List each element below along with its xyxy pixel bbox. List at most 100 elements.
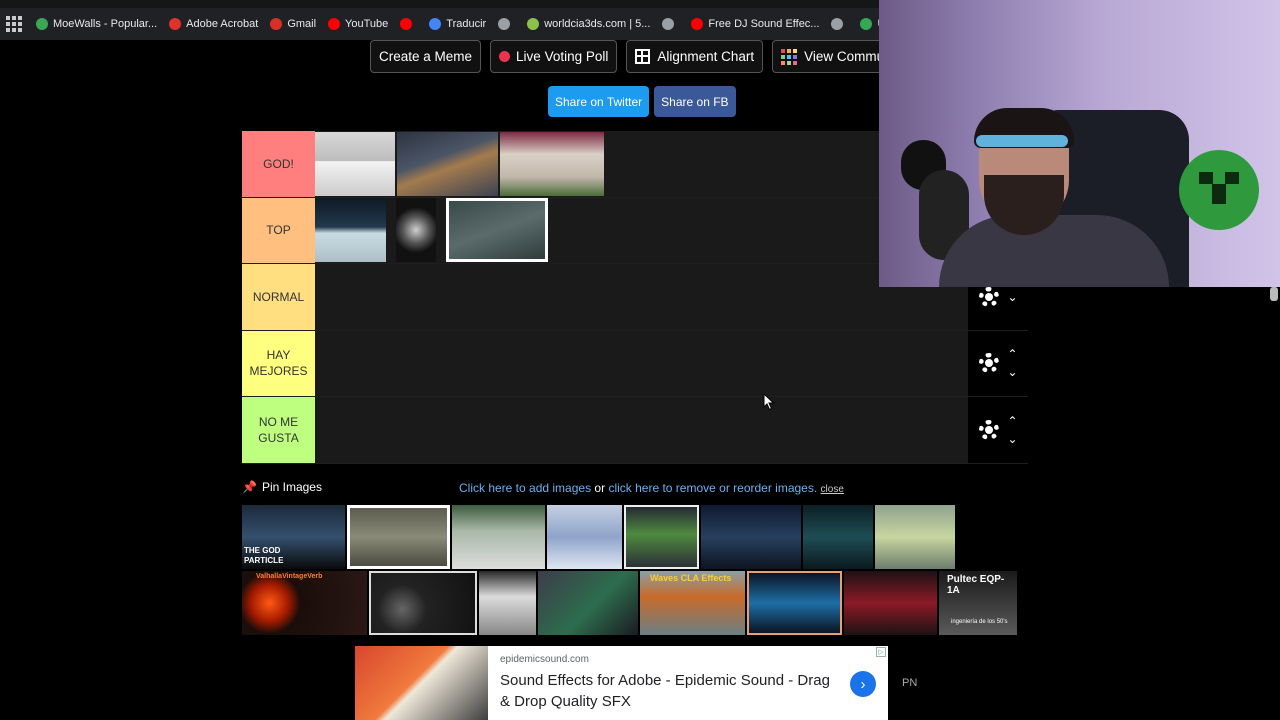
ad-banner[interactable]: epidemicsound.com Sound Effects for Adob… xyxy=(355,646,888,720)
bookmark-item[interactable]: worldcia3ds.com | 5... xyxy=(527,18,650,30)
pool-row: ValhallaVintageVerb Waves CLA Effects Pu… xyxy=(242,571,1028,635)
move-up-icon[interactable]: ⌃ xyxy=(1008,415,1018,427)
plugin-thumbnail[interactable] xyxy=(844,571,937,635)
plugin-thumbnail[interactable]: Pultec EQP-1A ingeniería de los 50's xyxy=(939,571,1017,635)
bookmark-label: MoeWalls - Popular... xyxy=(53,18,158,30)
tier-label[interactable]: TOP xyxy=(242,197,315,263)
tier-label[interactable]: HAY MEJORES xyxy=(242,330,315,396)
plugin-thumbnail[interactable] xyxy=(315,131,395,196)
pn-label: PN xyxy=(902,677,918,689)
share-fb-button[interactable]: Share on FB xyxy=(654,86,736,117)
chevron-right-icon[interactable]: › xyxy=(850,671,876,697)
settings-gear-icon[interactable] xyxy=(978,419,999,440)
adchoices-icon[interactable]: ▷ xyxy=(876,647,886,657)
plugin-thumbnail[interactable] xyxy=(315,198,386,263)
bookmark-item[interactable]: Adobe Acrobat xyxy=(169,18,258,30)
plugin-thumbnail[interactable] xyxy=(624,505,699,569)
create-meme-button[interactable]: Create a Meme xyxy=(370,40,482,73)
plugin-thumbnail[interactable]: ValhallaVintageVerb xyxy=(242,571,367,635)
record-dot-icon xyxy=(499,51,511,62)
bookmark-item[interactable] xyxy=(400,18,417,30)
plugin-thumbnail[interactable] xyxy=(538,571,638,635)
plugin-thumbnail[interactable] xyxy=(369,571,477,635)
colorful-grid-icon xyxy=(781,48,798,65)
bookmark-label: YouTube xyxy=(345,18,389,30)
bookmark-item[interactable]: Traducir xyxy=(429,18,486,30)
alignment-chart-button[interactable]: Alignment Chart xyxy=(626,40,764,73)
plugin-thumbnail[interactable] xyxy=(803,505,873,569)
remove-reorder-link[interactable]: click here to remove or reorder images. xyxy=(608,481,817,495)
plugin-thumbnail[interactable] xyxy=(547,505,622,569)
or-text: or xyxy=(594,481,606,495)
apps-grid-icon[interactable] xyxy=(6,16,22,32)
plugin-thumbnail[interactable] xyxy=(452,505,545,569)
tier-label[interactable]: GOD! xyxy=(242,131,315,197)
bookmark-item[interactable]: Gmail xyxy=(270,18,316,30)
pin-icon: 📌 xyxy=(242,480,257,494)
image-links: Click here to add images or click here t… xyxy=(459,481,844,495)
bookmark-label: Traducir xyxy=(446,18,487,30)
bookmark-label: Free DJ Sound Effec... xyxy=(708,18,820,30)
ad-domain: epidemicsound.com xyxy=(500,654,589,665)
ad-text: epidemicsound.com Sound Effects for Adob… xyxy=(488,646,888,720)
tier-items xyxy=(315,330,1028,396)
share-twitter-button[interactable]: Share on Twitter xyxy=(548,86,650,117)
move-down-icon[interactable]: ⌄ xyxy=(1008,366,1018,378)
bookmark-item[interactable]: YouTube xyxy=(328,18,388,30)
bookmark-favicon-icon xyxy=(498,18,511,30)
close-link[interactable]: close xyxy=(821,484,844,495)
move-down-icon[interactable]: ⌄ xyxy=(1008,433,1018,445)
bookmark-label: Adobe Acrobat xyxy=(186,18,259,30)
plugin-thumbnail[interactable] xyxy=(875,505,955,569)
move-down-icon[interactable]: ⌄ xyxy=(1008,291,1018,303)
creeper-plush xyxy=(1179,150,1259,230)
image-pool: THE GOD PARTICLE ValhallaVintageVerb Wav… xyxy=(242,505,1028,637)
tier-row-hay-mejores: HAY MEJORES ⌃ ⌄ xyxy=(242,330,1028,397)
tier-label[interactable]: NO ME GUSTA xyxy=(242,397,315,463)
headband xyxy=(976,135,1068,147)
plugin-thumbnail[interactable]: Waves CLA Effects xyxy=(640,571,745,635)
move-up-icon[interactable]: ⌃ xyxy=(1008,348,1018,360)
scrollbar-thumb[interactable] xyxy=(1270,287,1278,301)
ad-headline[interactable]: Sound Effects for Adobe - Epidemic Sound… xyxy=(500,670,840,712)
bookmark-label: Gmail xyxy=(287,18,317,30)
bookmark-favicon-icon xyxy=(662,18,675,30)
bookmark-item[interactable]: Free DJ Sound Effec... xyxy=(691,18,819,30)
plugin-thumbnail[interactable]: THE GOD PARTICLE xyxy=(242,505,345,569)
pool-row: THE GOD PARTICLE xyxy=(242,505,1028,569)
tier-items xyxy=(315,397,1028,463)
plugin-thumbnail[interactable] xyxy=(397,131,498,196)
bookmark-favicon-icon xyxy=(860,18,873,30)
plugin-thumbnail[interactable] xyxy=(479,571,536,635)
settings-gear-icon[interactable] xyxy=(978,353,999,374)
bookmark-label: worldcia3ds.com | 5... xyxy=(544,18,651,30)
ad-image xyxy=(355,646,488,720)
live-voting-poll-button[interactable]: Live Voting Poll xyxy=(490,40,618,73)
bookmark-item[interactable]: MoeWalls - Popular... xyxy=(36,18,157,30)
add-images-link[interactable]: Click here to add images xyxy=(459,481,591,495)
pin-images-toggle[interactable]: 📌 Pin Images xyxy=(242,480,322,494)
plugin-thumbnail[interactable] xyxy=(500,131,604,196)
bookmark-favicon-icon xyxy=(429,18,442,30)
thumb-caption: THE GOD PARTICLE xyxy=(244,546,284,565)
tier-controls: ⌃ ⌄ xyxy=(968,397,1028,463)
bookmark-item[interactable] xyxy=(662,18,679,30)
plugin-thumbnail[interactable] xyxy=(396,198,436,263)
plugin-thumbnail[interactable] xyxy=(747,571,842,635)
thumb-caption: ingeniería de los 50's xyxy=(951,619,1008,625)
plugin-thumbnail[interactable] xyxy=(347,505,450,569)
bookmark-favicon-icon xyxy=(691,18,704,30)
bookmark-favicon-icon xyxy=(527,18,540,30)
bookmark-favicon-icon xyxy=(270,18,283,30)
bookmark-favicon-icon xyxy=(36,18,48,30)
plugin-thumbnail[interactable] xyxy=(446,198,548,263)
tier-label[interactable]: NORMAL xyxy=(242,264,315,330)
settings-gear-icon[interactable] xyxy=(978,286,999,307)
plugin-thumbnail[interactable] xyxy=(701,505,801,569)
grid-icon xyxy=(635,49,651,64)
thumb-caption: Waves CLA Effects xyxy=(650,573,732,583)
bookmark-favicon-icon xyxy=(169,18,182,30)
bookmark-item[interactable] xyxy=(831,18,848,30)
bookmark-item[interactable] xyxy=(498,18,515,30)
top-actions: Create a Meme Live Voting Poll Alignment… xyxy=(370,40,936,73)
